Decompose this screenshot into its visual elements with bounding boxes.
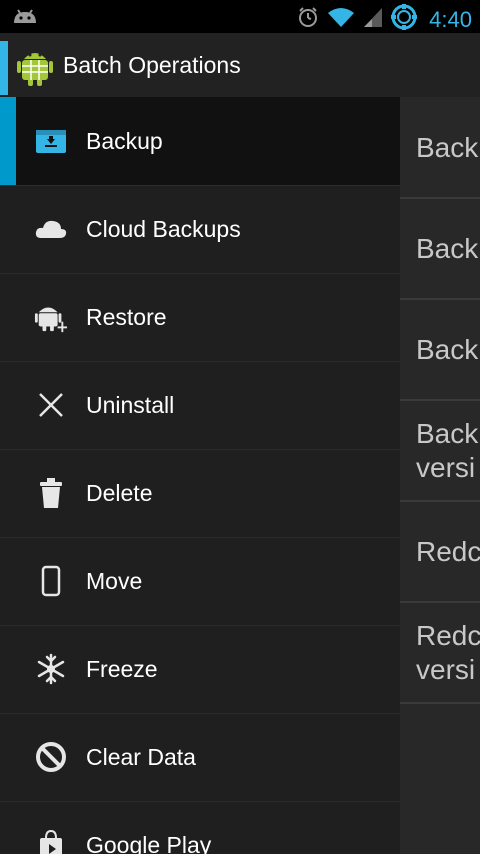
wifi-icon — [327, 6, 355, 33]
divider — [400, 298, 480, 300]
shopping-bag-icon — [34, 828, 68, 854]
trash-icon — [34, 476, 68, 510]
drawer-item-freeze[interactable]: Freeze — [0, 625, 400, 713]
drawer-item-label: Restore — [86, 303, 167, 330]
list-item[interactable]: Redc — [416, 535, 480, 569]
drawer-item-delete[interactable]: Delete — [0, 449, 400, 537]
list-item[interactable]: Redc versi — [416, 619, 480, 687]
drawer-item-label: Clear Data — [86, 743, 196, 770]
drawer-item-label: Cloud Backups — [86, 215, 241, 242]
navigation-drawer: Backup Cloud Backups Restore Uninstall D… — [0, 97, 400, 854]
app-logo-icon[interactable] — [16, 47, 54, 92]
drawer-item-cloud-backups[interactable]: Cloud Backups — [0, 185, 400, 273]
drawer-item-restore[interactable]: Restore — [0, 273, 400, 361]
drawer-item-clear-data[interactable]: Clear Data — [0, 713, 400, 801]
divider — [400, 197, 480, 199]
status-time: 4:40 — [429, 7, 472, 32]
drawer-item-move[interactable]: Move — [0, 537, 400, 625]
divider — [400, 500, 480, 502]
block-icon — [34, 740, 68, 774]
drawer-item-label: Move — [86, 567, 143, 594]
drawer-item-label: Google Play — [86, 831, 212, 854]
list-item[interactable]: Back versi — [416, 417, 478, 485]
drawer-item-label: Backup — [86, 127, 163, 154]
drawer-item-uninstall[interactable]: Uninstall — [0, 361, 400, 449]
selection-indicator — [0, 97, 16, 185]
list-item[interactable]: Back — [416, 232, 478, 266]
signal-icon — [363, 6, 383, 33]
drawer-item-label: Freeze — [86, 655, 158, 682]
close-icon — [34, 388, 68, 422]
backup-icon — [34, 124, 68, 158]
divider — [400, 601, 480, 603]
list-item[interactable]: Back — [416, 333, 478, 367]
cloud-icon — [34, 212, 68, 246]
drawer-item-label: Uninstall — [86, 391, 175, 418]
alarm-icon — [297, 6, 319, 33]
drawer-item-backup[interactable]: Backup — [0, 97, 400, 185]
action-bar: Batch Operations — [0, 33, 480, 97]
main-content: Back Back Back Back versi Redc Redc vers… — [400, 97, 480, 854]
drawer-item-label: Delete — [86, 479, 153, 506]
drawer-indicator[interactable] — [0, 41, 8, 95]
drawer-item-google-play[interactable]: Google Play — [0, 801, 400, 854]
snowflake-icon — [34, 652, 68, 686]
list-item[interactable]: Back — [416, 131, 478, 165]
sync-icon — [391, 4, 418, 35]
divider — [400, 702, 480, 704]
divider — [400, 399, 480, 401]
status-bar: 4:40 — [0, 0, 480, 33]
page-title: Batch Operations — [63, 52, 241, 78]
phone-icon — [34, 564, 68, 598]
android-notification-icon — [12, 6, 38, 31]
android-add-icon — [34, 300, 68, 334]
